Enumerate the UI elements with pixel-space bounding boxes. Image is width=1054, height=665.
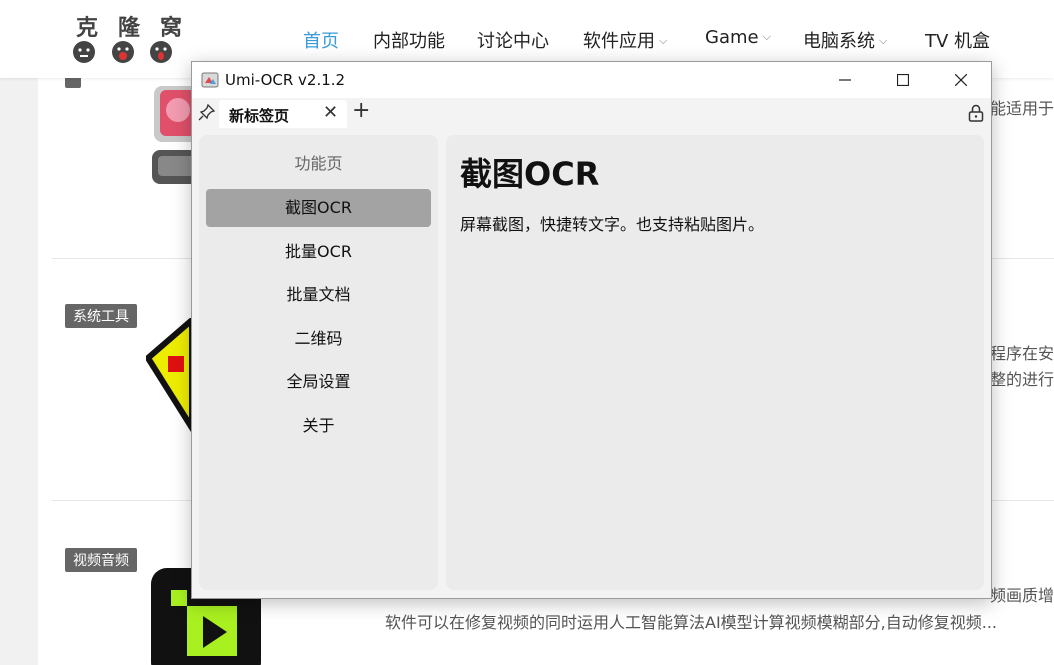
page-title: 截图OCR (460, 155, 600, 193)
chevron-down-icon: ⌵ (879, 34, 888, 47)
category-tag-video-audio[interactable]: 视频音频 (65, 548, 137, 572)
minimize-icon (839, 79, 851, 81)
app-icon (201, 72, 219, 88)
logo-faces-icon (73, 41, 172, 63)
function-sidebar: 功能页 截图OCR 批量OCR 批量文档 二维码 全局设置 关于 (199, 135, 438, 590)
page-description: 屏幕截图，快捷转文字。也支持粘贴图片。 (460, 215, 765, 234)
sidebar-item-about[interactable]: 关于 (206, 407, 431, 445)
snippet-text: 能适用于 (990, 99, 1054, 118)
nav-item-discussion[interactable]: 讨论中心 (477, 27, 549, 53)
umi-ocr-window: Umi-OCR v2.1.2 新标签页 ✕ + 功能页 截图OCR 批量OCR (191, 61, 992, 599)
category-tag-system-tools[interactable]: 系统工具 (65, 304, 137, 328)
minimize-button[interactable] (816, 62, 874, 98)
nav-item-system[interactable]: 电脑系统 ⌵ (803, 27, 887, 53)
close-icon (955, 74, 967, 86)
chevron-down-icon: ⌵ (762, 30, 771, 43)
window-title: Umi-OCR v2.1.2 (225, 71, 346, 89)
nav-item-software[interactable]: 软件应用 ⌵ (583, 27, 667, 53)
tab-close-icon[interactable]: ✕ (323, 102, 338, 123)
snippet-text: 频画质增 (990, 586, 1054, 605)
sidebar-item-global-settings[interactable]: 全局设置 (206, 363, 431, 401)
window-titlebar[interactable]: Umi-OCR v2.1.2 (192, 62, 991, 98)
maximize-button[interactable] (874, 62, 932, 98)
sidebar-title: 功能页 (294, 154, 343, 173)
sidebar-item-batch-doc[interactable]: 批量文档 (206, 276, 431, 314)
sidebar-item-screenshot-ocr[interactable]: 截图OCR (206, 189, 431, 227)
tab-bar: 新标签页 ✕ + (192, 98, 991, 128)
add-tab-icon[interactable]: + (352, 98, 370, 123)
sidebar-item-qrcode[interactable]: 二维码 (206, 320, 431, 358)
snippet-text: 程序在安 (990, 344, 1054, 363)
nav-item-game[interactable]: Game ⌵ (705, 27, 771, 48)
sidebar-item-batch-ocr[interactable]: 批量OCR (206, 233, 431, 271)
tab-label: 新标签页 (229, 107, 290, 125)
nav-item-home[interactable]: 首页 (303, 27, 339, 53)
pin-icon[interactable] (198, 103, 216, 121)
chevron-down-icon: ⌵ (659, 34, 668, 47)
tab-new[interactable]: 新标签页 ✕ (219, 100, 347, 128)
snippet-text: 整的进行 (990, 370, 1054, 389)
site-logo[interactable]: 克隆窝 (72, 8, 182, 68)
close-button[interactable] (932, 62, 990, 98)
maximize-icon (897, 74, 909, 86)
article-excerpt: 软件可以在修复视频的同时运用人工智能算法AI模型计算视频模糊部分,自动修复视频.… (385, 613, 998, 632)
thumbnail-image[interactable] (146, 318, 196, 438)
content-panel: 截图OCR 屏幕截图，快捷转文字。也支持粘贴图片。 (446, 135, 984, 590)
lock-icon[interactable] (968, 104, 984, 122)
nav-item-internal[interactable]: 内部功能 (373, 27, 445, 53)
nav-item-tvbox[interactable]: TV 机盒 (925, 27, 990, 53)
